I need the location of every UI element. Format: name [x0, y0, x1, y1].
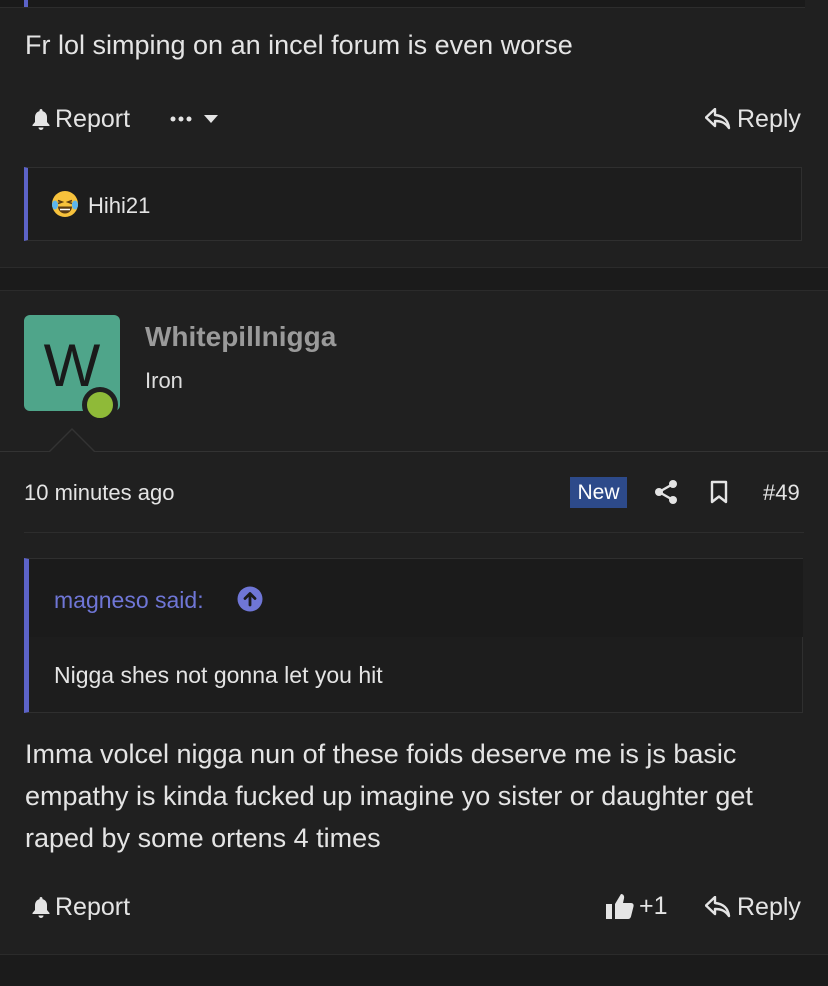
bookmark-icon[interactable] [710, 480, 728, 504]
bell-icon [30, 107, 52, 131]
reply-arrow-icon [705, 896, 731, 918]
user-title: Iron [145, 368, 183, 393]
caret-down-icon [204, 114, 218, 124]
thumbs-up-icon [605, 892, 635, 920]
reaction-username[interactable]: Hihi21 [88, 193, 150, 219]
reaction-count: +1 [639, 891, 668, 920]
post-timestamp[interactable]: 10 minutes ago [24, 480, 174, 506]
reply-arrow-icon [705, 108, 731, 130]
quote-block: magneso said: Nigga shes not gonna let y… [24, 558, 803, 713]
reactions-bar[interactable]: Hihi21 [24, 167, 802, 241]
post-separator [0, 954, 828, 986]
quote-accent-edge [24, 0, 28, 7]
report-button[interactable]: Report [30, 104, 130, 134]
quote-header: magneso said: [29, 559, 803, 637]
post-number[interactable]: #49 [763, 480, 800, 506]
report-label: Report [55, 104, 131, 133]
post-separator [0, 267, 828, 291]
report-button[interactable]: Report [30, 892, 130, 922]
post-body: Fr lol simping on an incel forum is even… [25, 30, 573, 60]
bell-icon [30, 895, 52, 919]
quote-author[interactable]: magneso said: [54, 587, 204, 614]
share-icon[interactable] [654, 479, 678, 505]
previous-post-edge [0, 0, 805, 8]
quote-text: Nigga shes not gonna let you hit [54, 662, 383, 688]
reply-label: Reply [737, 104, 801, 133]
reply-label: Reply [737, 892, 801, 921]
reply-button[interactable]: Reply [705, 104, 801, 134]
new-badge: New [570, 477, 627, 508]
username[interactable]: Whitepillnigga [145, 321, 336, 353]
post-header-divider [0, 451, 828, 452]
arrow-up-circle-icon[interactable] [237, 586, 263, 612]
report-label: Report [55, 892, 131, 921]
online-status-indicator [82, 387, 118, 423]
more-options-button[interactable] [170, 108, 218, 130]
like-button[interactable]: +1 [605, 891, 668, 921]
laughing-emoji-icon [50, 189, 80, 219]
post-body: Imma volcel nigga nun of these foids des… [25, 739, 753, 853]
user-block-arrow-fill [50, 430, 94, 452]
reply-button[interactable]: Reply [705, 892, 801, 922]
meta-divider [24, 532, 804, 533]
ellipsis-icon [170, 115, 194, 123]
